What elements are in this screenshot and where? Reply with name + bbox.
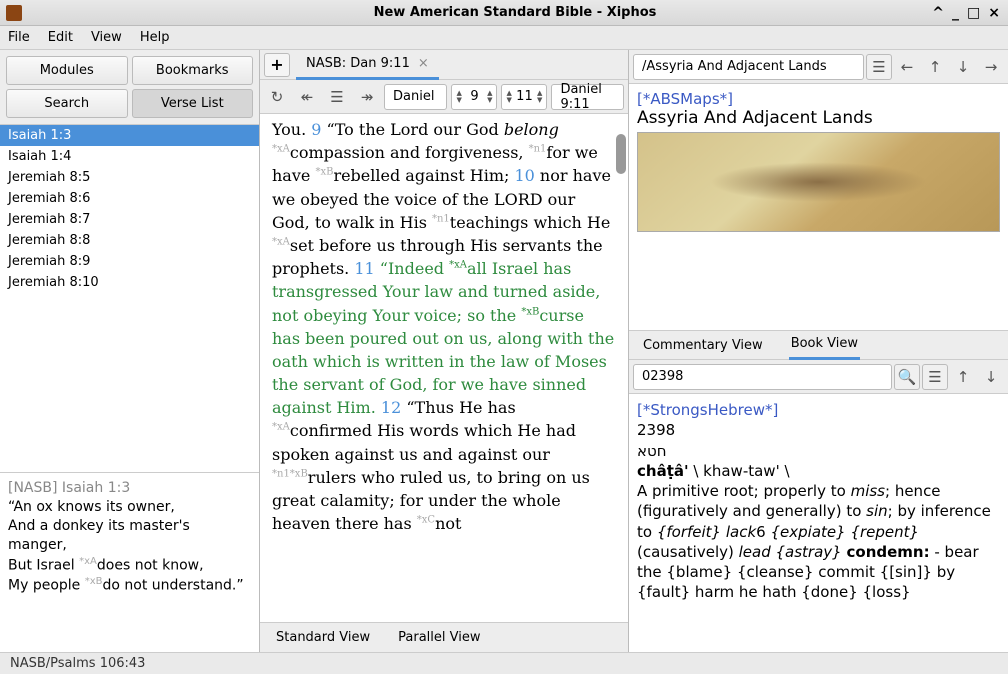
- close-icon[interactable]: ×: [988, 5, 1000, 21]
- tab-nasb-dan[interactable]: NASB: Dan 9:11 ×: [296, 50, 439, 80]
- location-input[interactable]: Daniel 9:11: [551, 84, 624, 110]
- title-bar: New American Standard Bible - Xiphos ^ _…: [0, 0, 1008, 26]
- preview-line: My people *xBdo not understand.”: [8, 575, 251, 596]
- dictionary-pane: [*StrongsHebrew*] 2398 חטא châṭâ' \ khaw…: [629, 394, 1008, 652]
- minimize-icon[interactable]: ^: [932, 5, 944, 21]
- map-pane: [*ABSMaps*] Assyria And Adjacent Lands: [629, 84, 1008, 330]
- tab-parallel-view[interactable]: Parallel View: [398, 630, 480, 645]
- status-text: NASB/Psalms 106:43: [10, 656, 145, 671]
- map-title: Assyria And Adjacent Lands: [637, 108, 1000, 128]
- preview-line: And a donkey its master's manger,: [8, 517, 251, 555]
- verse-spinner[interactable]: ▲▼11▲▼: [501, 84, 547, 110]
- list-item[interactable]: Jeremiah 8:10: [0, 272, 259, 293]
- map-module-label: [*ABSMaps*]: [637, 90, 1000, 108]
- menubar: File Edit View Help: [0, 26, 1008, 50]
- tab-close-icon[interactable]: ×: [418, 56, 429, 71]
- refresh-icon[interactable]: ↻: [264, 84, 290, 110]
- tab-book-view[interactable]: Book View: [789, 330, 860, 360]
- scripture-pane[interactable]: You. 9 “To the Lord our God belong *xAco…: [260, 114, 628, 622]
- dict-query-input[interactable]: 02398: [633, 364, 892, 390]
- chapter-spinner[interactable]: ▲▼9▲▼: [451, 84, 497, 110]
- verse-list[interactable]: Isaiah 1:3Isaiah 1:4Jeremiah 8:5Jeremiah…: [0, 124, 259, 472]
- nav-back-icon[interactable]: ←: [894, 54, 920, 80]
- menu-file[interactable]: File: [8, 30, 30, 45]
- modules-button[interactable]: Modules: [6, 56, 128, 85]
- preview-reference: [NASB] Isaiah 1:3: [8, 479, 251, 498]
- list-item[interactable]: Isaiah 1:4: [0, 146, 259, 167]
- list-item[interactable]: Isaiah 1:3: [0, 125, 259, 146]
- menu-icon[interactable]: ☰: [324, 84, 350, 110]
- verselist-button[interactable]: Verse List: [132, 89, 254, 118]
- underscore-icon[interactable]: _: [952, 5, 959, 21]
- nav-forward-icon[interactable]: →: [978, 54, 1004, 80]
- list-item[interactable]: Jeremiah 8:8: [0, 230, 259, 251]
- list-item[interactable]: Jeremiah 8:6: [0, 188, 259, 209]
- transliteration: châṭâ' \ khaw-taw' \: [637, 461, 1000, 481]
- book-input[interactable]: Daniel: [384, 84, 447, 110]
- new-tab-button[interactable]: +: [264, 53, 290, 77]
- definition: A primitive root; properly to miss; henc…: [637, 481, 1000, 603]
- preview-line: “An ox knows its owner,: [8, 498, 251, 517]
- nav-down-icon[interactable]: ↓: [950, 54, 976, 80]
- map-image: [637, 132, 1000, 232]
- menu-icon[interactable]: ☰: [866, 54, 892, 80]
- list-item[interactable]: Jeremiah 8:5: [0, 167, 259, 188]
- app-icon: [6, 5, 22, 21]
- dict-module-label: [*StrongsHebrew*]: [637, 400, 1000, 420]
- search-button[interactable]: Search: [6, 89, 128, 118]
- nav-up-icon[interactable]: ↑: [922, 54, 948, 80]
- strongs-number: 2398: [637, 420, 1000, 440]
- status-bar: NASB/Psalms 106:43: [0, 652, 1008, 674]
- tab-standard-view[interactable]: Standard View: [276, 630, 370, 645]
- hebrew-text: חטא: [637, 441, 1000, 461]
- menu-icon[interactable]: ☰: [922, 364, 948, 390]
- search-icon[interactable]: 🔍: [894, 364, 920, 390]
- menu-edit[interactable]: Edit: [48, 30, 73, 45]
- list-item[interactable]: Jeremiah 8:9: [0, 251, 259, 272]
- menu-help[interactable]: Help: [140, 30, 170, 45]
- bookmarks-button[interactable]: Bookmarks: [132, 56, 254, 85]
- menu-view[interactable]: View: [91, 30, 122, 45]
- tab-commentary-view[interactable]: Commentary View: [641, 332, 765, 359]
- scrollbar[interactable]: [616, 134, 626, 174]
- preview-pane: [NASB] Isaiah 1:3 “An ox knows its owner…: [0, 472, 259, 652]
- list-item[interactable]: Jeremiah 8:7: [0, 209, 259, 230]
- maximize-icon[interactable]: □: [967, 5, 980, 21]
- dict-up-icon[interactable]: ↑: [950, 364, 976, 390]
- map-path-input[interactable]: /Assyria And Adjacent Lands: [633, 54, 864, 80]
- back-icon[interactable]: ↞: [294, 84, 320, 110]
- window-title: New American Standard Bible - Xiphos: [28, 5, 1002, 20]
- preview-line: But Israel *xAdoes not know,: [8, 555, 251, 576]
- forward-icon[interactable]: ↠: [354, 84, 380, 110]
- dict-down-icon[interactable]: ↓: [978, 364, 1004, 390]
- tab-label: NASB: Dan 9:11: [306, 56, 410, 71]
